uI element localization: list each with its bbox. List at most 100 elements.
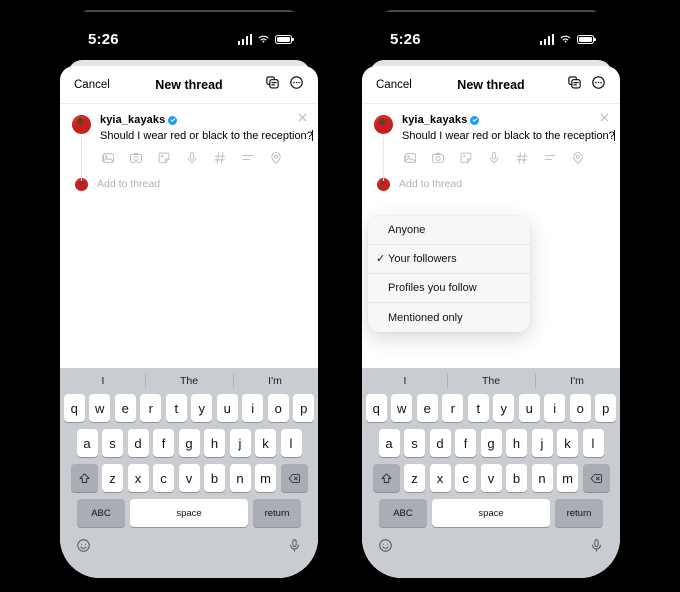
key[interactable]: f	[153, 429, 174, 457]
photo-icon[interactable]	[101, 151, 115, 165]
suggestion-item[interactable]: I	[60, 375, 146, 387]
shift-key[interactable]	[372, 464, 400, 492]
key[interactable]: m	[255, 464, 276, 492]
key[interactable]: o	[569, 394, 591, 422]
copy-thread-icon[interactable]	[265, 75, 280, 95]
photo-icon[interactable]	[403, 151, 417, 165]
key[interactable]: k	[255, 429, 276, 457]
key[interactable]: i	[242, 394, 264, 422]
key[interactable]: u	[216, 394, 238, 422]
avatar[interactable]	[374, 115, 393, 134]
key[interactable]: q	[63, 394, 85, 422]
close-icon[interactable]	[298, 113, 307, 122]
key[interactable]: e	[416, 394, 438, 422]
space-key[interactable]: space	[432, 499, 550, 527]
sticker-icon[interactable]	[157, 151, 171, 165]
more-options-icon[interactable]	[591, 75, 606, 95]
key[interactable]: y	[493, 394, 515, 422]
key[interactable]: r	[442, 394, 464, 422]
key[interactable]: j	[531, 429, 553, 457]
key[interactable]: t	[165, 394, 187, 422]
dropdown-option-mentioned-only[interactable]: Mentioned only	[368, 303, 530, 332]
key[interactable]: d	[429, 429, 451, 457]
key[interactable]: g	[178, 429, 200, 457]
camera-icon[interactable]	[129, 151, 143, 165]
key[interactable]: a	[76, 429, 98, 457]
microphone-icon[interactable]	[185, 151, 199, 165]
key[interactable]: h	[506, 429, 527, 457]
copy-thread-icon[interactable]	[567, 75, 582, 95]
key[interactable]: p	[595, 394, 617, 422]
key[interactable]: c	[455, 464, 476, 492]
backspace-key[interactable]	[582, 464, 610, 492]
key[interactable]: s	[102, 429, 123, 457]
key[interactable]: z	[404, 464, 425, 492]
key[interactable]: w	[391, 394, 413, 422]
key[interactable]: o	[267, 394, 289, 422]
camera-icon[interactable]	[431, 151, 445, 165]
return-key[interactable]: return	[253, 499, 301, 527]
space-key[interactable]: space	[130, 499, 248, 527]
key[interactable]: n	[229, 464, 251, 492]
key[interactable]: c	[153, 464, 174, 492]
dictation-microphone-icon[interactable]	[589, 538, 604, 553]
dropdown-option-anyone[interactable]: Anyone	[368, 216, 530, 245]
key[interactable]: t	[467, 394, 489, 422]
sticker-icon[interactable]	[459, 151, 473, 165]
key[interactable]: y	[191, 394, 213, 422]
key[interactable]: w	[89, 394, 111, 422]
key[interactable]: r	[140, 394, 162, 422]
key[interactable]: e	[114, 394, 136, 422]
suggestion-item[interactable]: I'm	[534, 375, 620, 387]
key[interactable]: p	[293, 394, 315, 422]
suggestion-item[interactable]: I	[362, 375, 448, 387]
poll-icon[interactable]	[543, 151, 557, 165]
suggestion-item[interactable]: The	[146, 375, 232, 387]
post-text[interactable]: Should I wear red or black to the recept…	[100, 129, 313, 143]
more-options-icon[interactable]	[289, 75, 304, 95]
key[interactable]: l	[582, 429, 604, 457]
key[interactable]: v	[480, 464, 502, 492]
key[interactable]: n	[531, 464, 553, 492]
key[interactable]: u	[518, 394, 540, 422]
microphone-icon[interactable]	[487, 151, 501, 165]
close-icon[interactable]	[600, 113, 609, 122]
key[interactable]: j	[229, 429, 251, 457]
key[interactable]: h	[204, 429, 225, 457]
backspace-key[interactable]	[280, 464, 308, 492]
key[interactable]: b	[204, 464, 225, 492]
key[interactable]: v	[178, 464, 200, 492]
hashtag-icon[interactable]	[213, 151, 227, 165]
key[interactable]: m	[557, 464, 578, 492]
cancel-button[interactable]: Cancel	[74, 79, 110, 91]
hashtag-icon[interactable]	[515, 151, 529, 165]
key[interactable]: x	[127, 464, 149, 492]
dictation-microphone-icon[interactable]	[287, 538, 302, 553]
location-icon[interactable]	[571, 151, 585, 165]
emoji-icon[interactable]	[76, 538, 91, 553]
avatar[interactable]	[72, 115, 91, 134]
cancel-button[interactable]: Cancel	[376, 79, 412, 91]
location-icon[interactable]	[269, 151, 283, 165]
key[interactable]: i	[544, 394, 566, 422]
post-text[interactable]: Should I wear red or black to the recept…	[402, 129, 615, 143]
key[interactable]: x	[429, 464, 451, 492]
emoji-icon[interactable]	[378, 538, 393, 553]
key[interactable]: s	[404, 429, 425, 457]
abc-key[interactable]: ABC	[379, 499, 427, 527]
key[interactable]: a	[378, 429, 400, 457]
key[interactable]: g	[480, 429, 502, 457]
add-to-thread-row[interactable]: Add to thread	[72, 177, 306, 192]
key[interactable]: l	[280, 429, 302, 457]
dropdown-option-your-followers[interactable]: ✓ Your followers	[368, 245, 530, 274]
poll-icon[interactable]	[241, 151, 255, 165]
dropdown-option-profiles-you-follow[interactable]: Profiles you follow	[368, 274, 530, 303]
suggestion-item[interactable]: The	[448, 375, 534, 387]
key[interactable]: k	[557, 429, 578, 457]
add-to-thread-row[interactable]: Add to thread	[374, 177, 608, 192]
shift-key[interactable]	[70, 464, 98, 492]
suggestion-item[interactable]: I'm	[232, 375, 318, 387]
key[interactable]: d	[127, 429, 149, 457]
key[interactable]: z	[102, 464, 123, 492]
key[interactable]: q	[365, 394, 387, 422]
